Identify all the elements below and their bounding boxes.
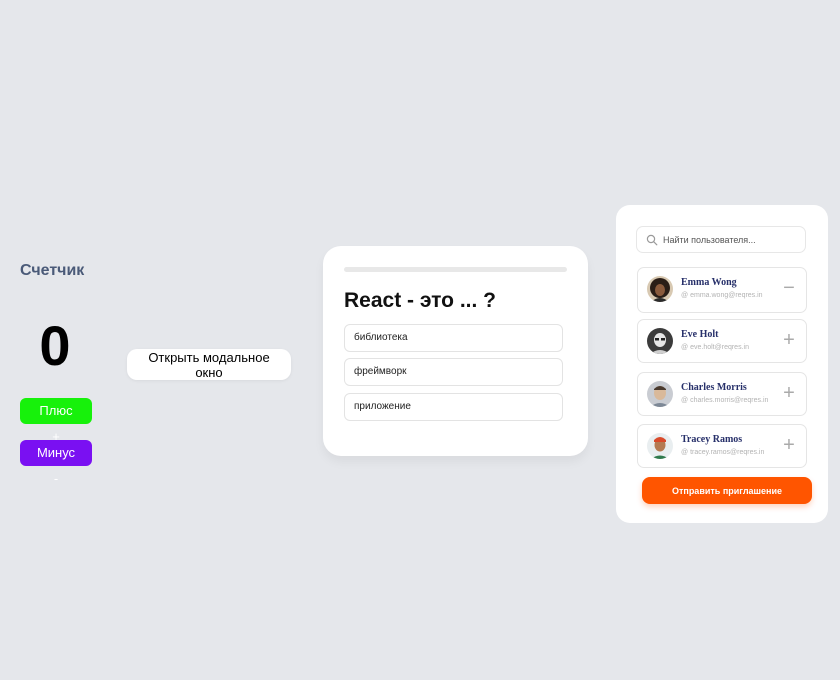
user-email: tracey.ramos@reqres.in <box>690 449 765 456</box>
user-email: charles.morris@reqres.in <box>690 397 769 404</box>
quiz-option[interactable]: фреймворк <box>344 358 563 386</box>
counter-value: 0 <box>39 314 71 377</box>
user-name: Tracey Ramos <box>681 434 743 445</box>
user-card-charles-morris: Charles Morris @ charles.morris@reqres.in… <box>637 372 807 416</box>
users-panel: Emma Wong @emma.wong@reqres.in − Eve Hol… <box>616 205 828 523</box>
search-input[interactable] <box>663 230 801 249</box>
user-card-eve-holt: Eve Holt @ eve.holt@reqres.in + <box>637 319 807 363</box>
add-user-button[interactable]: + <box>780 435 798 455</box>
avatar <box>647 433 673 459</box>
user-card-emma-wong: Emma Wong @ emma.wong@reqres.in − <box>637 267 807 313</box>
user-email: emma.wong@reqres.in <box>690 292 763 299</box>
counter-title: Счетчик <box>20 262 85 279</box>
user-name: Charles Morris <box>681 382 747 393</box>
user-email-line: @ charles.morris@reqres.in <box>681 397 768 404</box>
user-email-line: @ tracey.ramos@reqres.in <box>681 449 764 456</box>
quiz-progress-bar <box>344 267 567 272</box>
user-name: Emma Wong <box>681 277 737 288</box>
at-icon: @ <box>681 292 689 299</box>
quiz-option[interactable]: приложение <box>344 393 563 421</box>
plus-button[interactable]: Плюс + <box>20 398 92 444</box>
search-icon <box>646 233 658 251</box>
open-modal-button[interactable]: Открыть модальное окно <box>127 349 291 380</box>
remove-user-button[interactable]: − <box>780 278 798 298</box>
avatar <box>647 381 673 407</box>
avatar <box>647 276 673 302</box>
user-email: eve.holt@reqres.in <box>690 344 749 351</box>
search-box <box>636 226 806 253</box>
minus-button[interactable]: Минус - <box>20 440 92 486</box>
user-card-tracey-ramos: Tracey Ramos @ tracey.ramos@reqres.in + <box>637 424 807 468</box>
user-email-line: @ eve.holt@reqres.in <box>681 344 749 351</box>
at-icon: @ <box>681 449 689 456</box>
at-icon: @ <box>681 397 689 404</box>
avatar <box>647 328 673 354</box>
user-email-line: @ emma.wong@reqres.in <box>681 292 763 299</box>
send-invite-button[interactable]: Отправить приглашение <box>642 477 812 504</box>
at-icon: @ <box>681 344 689 351</box>
quiz-option[interactable]: библиотека <box>344 324 563 352</box>
add-user-button[interactable]: + <box>780 330 798 350</box>
add-user-button[interactable]: + <box>780 383 798 403</box>
user-name: Eve Holt <box>681 329 719 340</box>
quiz-card: React - это ... ? библиотека фреймворк п… <box>323 246 588 456</box>
quiz-question: React - это ... ? <box>344 289 497 312</box>
